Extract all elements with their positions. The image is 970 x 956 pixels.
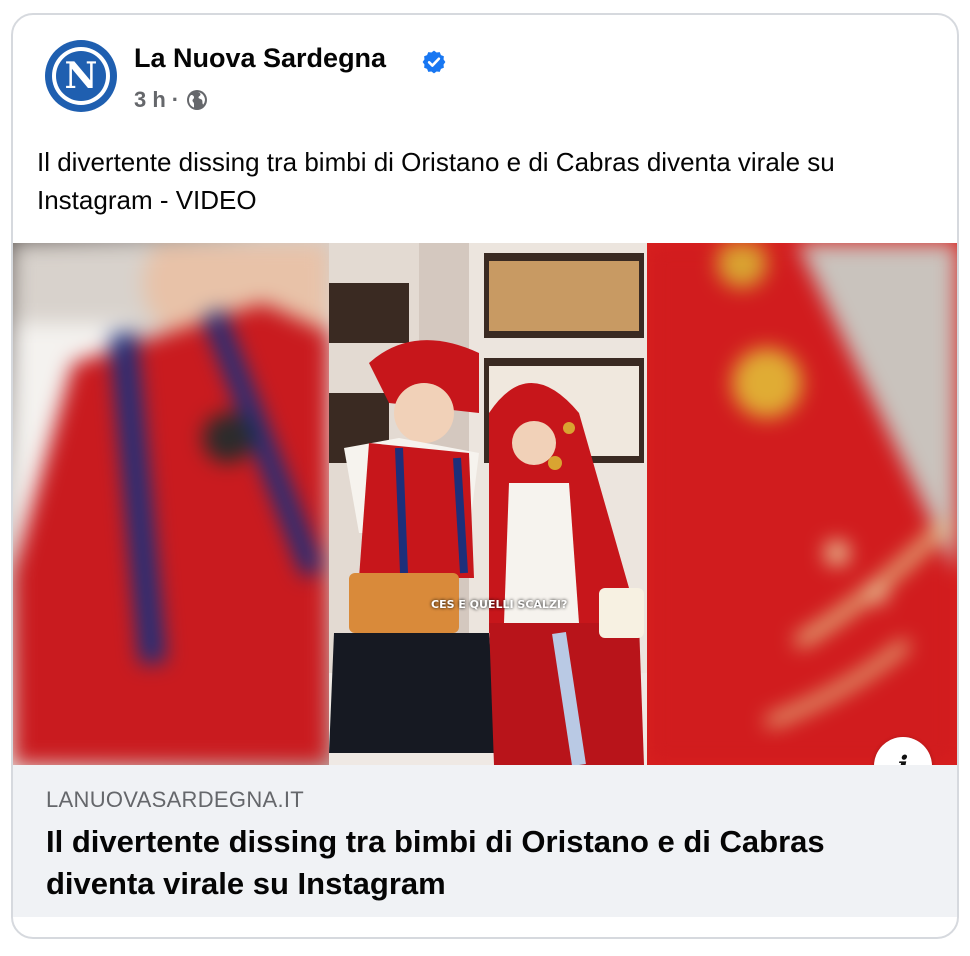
blurred-costume-left — [13, 243, 329, 765]
post-media-image[interactable]: CES E QUELLI SCALZI? — [13, 243, 957, 765]
avatar-ring: N — [52, 47, 110, 105]
blurred-costume-right — [647, 243, 957, 765]
globe-icon — [187, 90, 208, 110]
media-panel-right — [647, 243, 957, 765]
link-preview[interactable]: LANUOVASARDEGNA.IT Il divertente dissing… — [13, 765, 957, 917]
post-header: N La Nuova Sardegna 3 h · — [45, 37, 645, 117]
link-title: Il divertente dissing tra bimbi di Orist… — [46, 824, 825, 901]
post-text: Il divertente dissing tra bimbi di Orist… — [37, 147, 835, 215]
post-card: N La Nuova Sardegna 3 h · Il divertente … — [11, 13, 959, 939]
post-meta: 3 h · — [134, 87, 209, 113]
page-avatar[interactable]: N — [45, 40, 117, 112]
page-name-link[interactable]: La Nuova Sardegna — [134, 43, 386, 74]
verified-badge-icon — [422, 50, 446, 74]
post-timestamp[interactable]: 3 h — [134, 87, 166, 113]
meta-separator: · — [171, 87, 180, 112]
media-panel-left — [13, 243, 329, 765]
link-domain: LANUOVASARDEGNA.IT — [46, 787, 305, 812]
media-panel-center: CES E QUELLI SCALZI? — [329, 243, 647, 765]
children-costume-photo — [329, 243, 647, 765]
avatar-logo: N — [56, 51, 106, 101]
video-caption: CES E QUELLI SCALZI? — [431, 598, 568, 611]
